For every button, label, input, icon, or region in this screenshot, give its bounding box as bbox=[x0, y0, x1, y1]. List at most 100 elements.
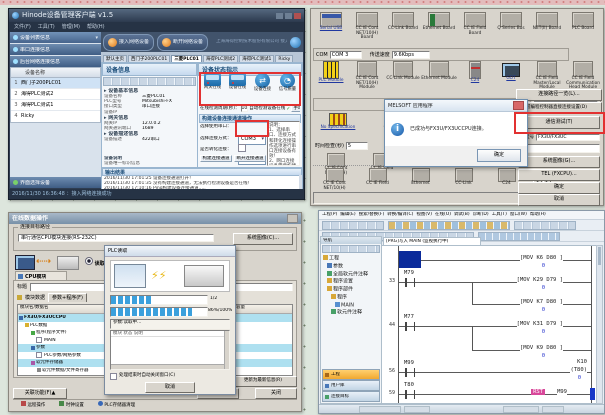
close-window-button[interactable]: 关闭 bbox=[255, 388, 297, 399]
gx-menu-compile[interactable]: 转换/编译(C) bbox=[387, 212, 413, 217]
time-check-field[interactable]: 5 bbox=[346, 142, 368, 150]
gx-menu-project[interactable]: 工程(P) bbox=[322, 212, 337, 217]
icon-bottom-cclink[interactable]: CC-Link bbox=[442, 168, 485, 194]
icon-cclink-module[interactable]: CC-Link Module bbox=[385, 61, 421, 97]
icon-no-specification[interactable]: No Specification bbox=[315, 113, 361, 131]
online-system-image-button[interactable]: 系统图像(C)... bbox=[233, 233, 293, 245]
ladder-rung[interactable]: MOV K6 D80 0 bbox=[382, 248, 597, 268]
comment-field[interactable] bbox=[527, 144, 600, 153]
gx-menu-debug[interactable]: 调试(B) bbox=[454, 212, 470, 217]
menu-file[interactable]: 文件(F) bbox=[14, 24, 31, 30]
param-program-button[interactable]: 参数+程序(F) bbox=[48, 293, 87, 302]
nav-tab-connect-destination[interactable]: 连接目标 bbox=[322, 391, 380, 402]
icon-ccie-cont-module[interactable]: CC IE Cont NET/10(H) Module bbox=[349, 61, 385, 97]
clock-setting-tool[interactable]: 时钟设置 bbox=[59, 401, 83, 411]
ladder-rung[interactable]: MOV K7 D80 0 bbox=[382, 292, 597, 312]
gx-menu-tools[interactable]: 工具(T) bbox=[492, 212, 507, 217]
row-checkbox[interactable] bbox=[36, 352, 42, 358]
sidebar-footer[interactable]: 界面选择设备 bbox=[10, 177, 101, 188]
gx-menu-find[interactable]: 搜索/替换(F) bbox=[359, 212, 385, 217]
gx-toolbar-row-1[interactable] bbox=[319, 220, 604, 231]
output-scrollbar[interactable] bbox=[299, 175, 302, 189]
connection-list-button[interactable]: 连接路径一览(L)... bbox=[516, 89, 602, 101]
ladder-editor-area[interactable]: MOV K6 D80 0 33 M79 MOV K29 D79 0 MOV K7… bbox=[381, 245, 598, 404]
ladder-rung[interactable]: MOV K9 D80 0 bbox=[382, 338, 597, 358]
icon-plc-board[interactable]: PLC Board bbox=[565, 12, 601, 46]
transfer-cancel-button[interactable]: 取消 bbox=[518, 194, 600, 206]
progress-list-box[interactable]: 模块 状态 说明 bbox=[110, 330, 230, 370]
icon-net2-board[interactable]: NET(II) Board bbox=[529, 12, 565, 46]
icon-serial-usb[interactable]: Serial USB bbox=[313, 12, 349, 46]
tree-item-comment[interactable]: 软元件注释 bbox=[323, 309, 380, 317]
gx-menu-diagnostics[interactable]: 诊断(D) bbox=[473, 212, 489, 217]
icon-c24[interactable]: C24 bbox=[457, 61, 493, 97]
icon-ccie-cont-board[interactable]: CC IE Cont NET/10(H) Board bbox=[349, 12, 385, 46]
progress-cancel-button[interactable]: 取消 bbox=[145, 382, 195, 393]
disconnect-network-button[interactable]: 断开网络设备 bbox=[157, 34, 208, 51]
icon-ethernet-board[interactable]: Ethernet Board bbox=[421, 12, 457, 46]
sidebar-section-devices[interactable]: 设备列表信息 ▾ bbox=[10, 32, 101, 43]
progress-list-hscroll[interactable] bbox=[111, 364, 224, 369]
menu-tools[interactable]: 工具(T) bbox=[38, 24, 55, 30]
minimize-button[interactable] bbox=[276, 13, 283, 19]
icon-bottom-ccie-cont[interactable]: CC IE Cont NET/10(H) bbox=[313, 168, 356, 194]
melsoft-ok-button[interactable]: 确定 bbox=[477, 149, 521, 162]
icon-bottom-ccie-field[interactable]: CC IE Field bbox=[356, 168, 399, 194]
nav-toolbar[interactable] bbox=[322, 245, 380, 253]
system-image-button[interactable]: 系统图像(G)... bbox=[518, 156, 600, 168]
menu-manage[interactable]: 管理(M) bbox=[62, 24, 80, 30]
sidebar-section-serial[interactable]: 串口连接信息 bbox=[10, 44, 101, 55]
com-value-field[interactable]: COM 3 bbox=[330, 51, 362, 59]
manual-detect-button[interactable]: 手动检测设备在线 bbox=[291, 105, 300, 112]
tree-item-program-setting[interactable]: 程序设置 bbox=[323, 278, 380, 286]
menu-help[interactable]: 帮助(H) bbox=[87, 24, 105, 30]
online-titlebar[interactable]: 在线数据操作 bbox=[9, 213, 301, 224]
toolbar-right-icon[interactable] bbox=[290, 37, 301, 48]
online-close-button[interactable] bbox=[287, 214, 298, 223]
progress-list-vscroll[interactable] bbox=[224, 331, 229, 369]
icon-ethernet-module[interactable]: Ethernet Module bbox=[421, 61, 457, 97]
tree-item-parameter[interactable]: 参数 bbox=[323, 263, 380, 271]
device-row-selected[interactable]: 1 西门子200PLC01 bbox=[11, 78, 100, 88]
ladder-rung[interactable]: 56 M99 K10 T80 0 bbox=[382, 360, 597, 380]
ladder-rung[interactable]: 59 T80 RST M99 bbox=[382, 382, 597, 402]
icon-q-series-bus[interactable]: Q Series Bus bbox=[493, 12, 529, 46]
build-channel-button[interactable]: 构建连接通道 bbox=[200, 155, 232, 162]
icon-ccie-field-board[interactable]: CC IE Field Board bbox=[457, 12, 493, 46]
tree-item-program[interactable]: 程序 bbox=[323, 294, 380, 302]
nav-tab-user-library[interactable]: 用户库 bbox=[322, 380, 380, 391]
dialog-close-button[interactable] bbox=[513, 101, 524, 110]
auto-close-checkbox-row[interactable]: 处理结束时自动关闭窗口(C) bbox=[110, 372, 230, 380]
tree-item-project[interactable]: 工程 bbox=[323, 255, 380, 263]
refresh-button[interactable]: 更新为最新信息(R) bbox=[229, 376, 297, 387]
tel-button[interactable]: TEL (FXCPU)... bbox=[518, 169, 600, 181]
icon-cclink-board[interactable]: CC-Link Board bbox=[385, 12, 421, 46]
auto-close-checkbox[interactable] bbox=[110, 373, 117, 380]
cycle-input[interactable]: 10 bbox=[241, 105, 249, 112]
ladder-vscrollbar[interactable] bbox=[596, 245, 603, 404]
close-button[interactable] bbox=[294, 13, 301, 19]
plc-memory-clear-tool[interactable]: PLC存储器清理 bbox=[98, 401, 135, 411]
progress-titlebar[interactable]: PLC读取 bbox=[105, 246, 235, 257]
hinode-titlebar[interactable]: Hinode设备管理客户端 v1.5 bbox=[9, 9, 304, 22]
ladder-rung[interactable]: 44 M77 MOV K31 D79 0 bbox=[382, 314, 597, 334]
transform-checkbox[interactable] bbox=[238, 144, 246, 152]
auto-check[interactable]: ✓ bbox=[286, 106, 290, 112]
tree-item-main[interactable]: MAIN bbox=[323, 302, 380, 310]
gx-menu-view[interactable]: 视图(V) bbox=[416, 212, 432, 217]
nav-tab-project[interactable]: 工程 bbox=[322, 369, 380, 380]
device-info-toolbar[interactable] bbox=[103, 77, 196, 86]
tree-item-pou[interactable]: 程序部件 bbox=[323, 286, 380, 294]
communication-test-button[interactable]: 通信测试(T) bbox=[518, 116, 600, 129]
device-row[interactable]: 4 Ricky bbox=[11, 110, 100, 121]
gx-menu-window[interactable]: 窗口(W) bbox=[510, 212, 527, 217]
gx-menu-online[interactable]: 在线(O) bbox=[435, 212, 451, 217]
tree-item-global-comment[interactable]: 全局软元件注释 bbox=[323, 271, 380, 279]
related-functions-button[interactable]: 关联功能(F)▲ bbox=[13, 388, 67, 399]
icon-plc-module[interactable]: PLC Module bbox=[313, 61, 349, 97]
break-channel-button[interactable]: 断开连接通道 bbox=[234, 155, 266, 162]
device-row[interactable]: 2 海得PLC测试2 bbox=[11, 88, 100, 99]
transfer-ok-button[interactable]: 确定 bbox=[518, 182, 600, 194]
row-checkbox[interactable] bbox=[36, 337, 42, 343]
gx-menu-edit[interactable]: 编辑(E) bbox=[340, 212, 355, 217]
